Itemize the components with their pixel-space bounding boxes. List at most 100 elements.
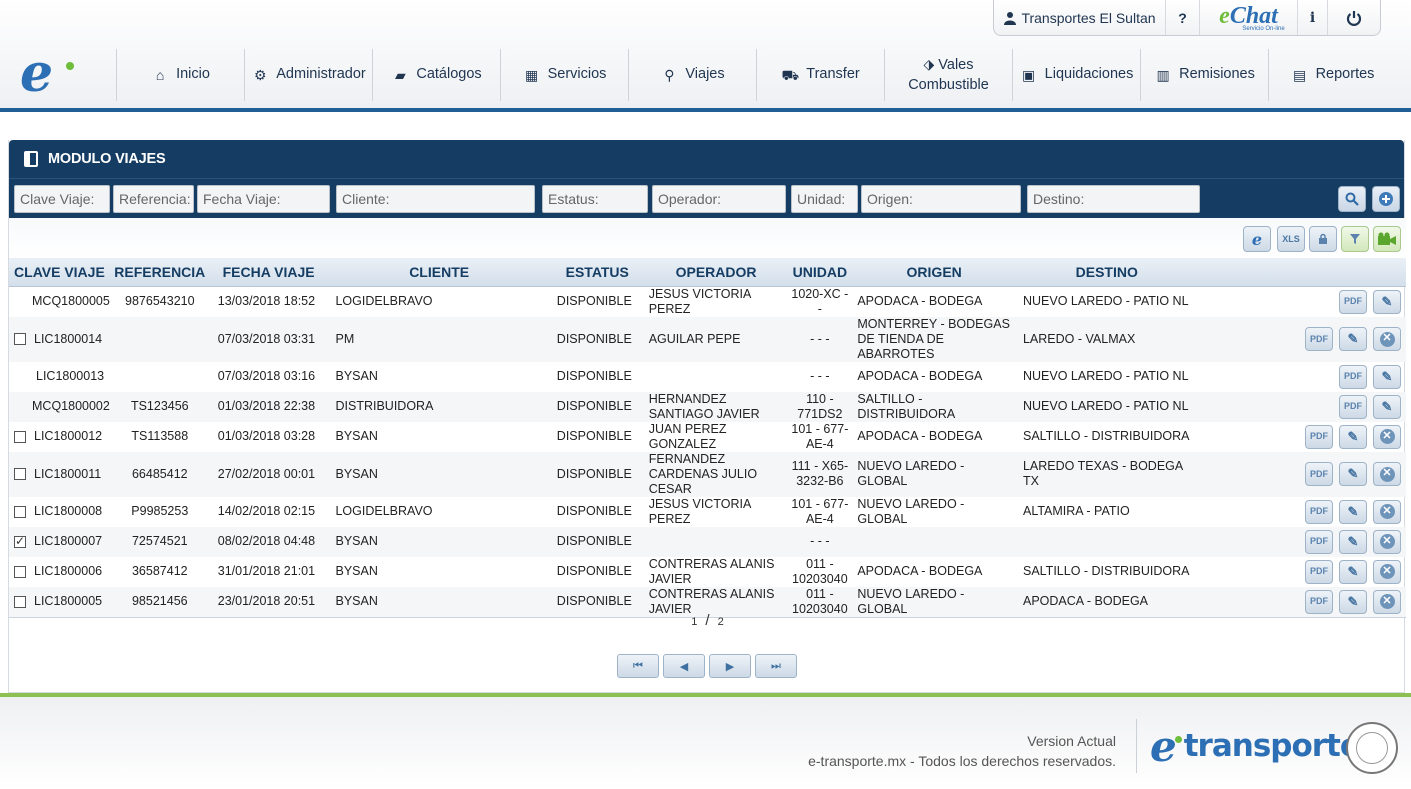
filter-button[interactable] (1341, 226, 1369, 252)
row-checkbox[interactable] (14, 534, 26, 548)
col-referencia[interactable]: REFERENCIA (109, 258, 210, 287)
current-page[interactable]: 1 (691, 616, 697, 628)
col-estatus[interactable]: ESTATUS (550, 258, 644, 287)
filter-fecha-viaje[interactable] (197, 185, 330, 213)
table-row[interactable]: LIC1800007 7257452108/02/2018 04:48BYSAND… (9, 526, 1406, 557)
pdf-button[interactable]: PDF (1339, 364, 1367, 389)
row-checkbox[interactable] (14, 565, 26, 578)
building-icon: ▥ (1156, 66, 1170, 83)
edit-icon: ✎ (1347, 563, 1359, 579)
edit-button[interactable]: ✎ (1339, 499, 1367, 524)
col-destino[interactable]: DESTINO (1016, 258, 1197, 287)
nav-liquidaciones[interactable]: ▣ Liquidaciones (1012, 49, 1140, 101)
pdf-button[interactable]: PDF (1339, 289, 1367, 314)
next-page-button[interactable]: ▶ (709, 654, 751, 678)
pdf-button[interactable]: PDF (1305, 327, 1333, 351)
nav-transfer[interactable]: ⛟ Transfer (756, 49, 884, 101)
table-row[interactable]: LIC1800012 TS113588 01/03/2018 03:28 BYSAN D… (9, 422, 1406, 452)
row-checkbox[interactable] (14, 430, 26, 443)
nav-remisiones[interactable]: ▥ Remisiones (1140, 49, 1268, 101)
edit-button[interactable]: ✎ (1373, 394, 1401, 419)
col-operador[interactable]: OPERADOR (643, 258, 789, 287)
table-row[interactable]: LIC1800008 P9985253 14/02/2018 02:15 LOGIDE… (9, 497, 1406, 527)
filter-clave-viaje[interactable] (14, 185, 110, 213)
edit-button[interactable]: ✎ (1339, 589, 1367, 614)
row-checkbox[interactable] (14, 468, 26, 481)
nav-servicios[interactable]: ▦ Servicios (500, 49, 628, 101)
export-xls-button[interactable]: XLS (1277, 226, 1305, 252)
cancel-button[interactable]: ✕ (1373, 589, 1401, 614)
edit-button[interactable]: ✎ (1339, 462, 1367, 486)
nav-catalogos[interactable]: ▰ Catálogos (372, 49, 500, 101)
edit-button[interactable]: ✎ (1373, 289, 1401, 314)
prev-page-button[interactable]: ◀ (663, 654, 705, 678)
cancel-button[interactable]: ✕ (1373, 327, 1401, 351)
col-cliente[interactable]: CLIENTE (327, 258, 551, 287)
table-row[interactable]: LIC1800011 66485412 27/02/2018 00:01 BYSAN D… (9, 451, 1406, 497)
nav-inicio[interactable]: ⌂ Inicio (116, 49, 244, 101)
edit-button[interactable]: ✎ (1373, 364, 1401, 389)
logout-button[interactable] (1328, 0, 1380, 35)
nav-reportes[interactable]: ▤ Reportes (1268, 49, 1396, 101)
edit-button[interactable]: ✎ (1339, 327, 1367, 351)
add-button[interactable] (1372, 186, 1400, 212)
cancel-button[interactable]: ✕ (1373, 462, 1401, 486)
pdf-button[interactable]: PDF (1305, 589, 1333, 614)
last-page-button[interactable]: ⏭ (755, 654, 797, 678)
filter-cliente[interactable] (336, 185, 535, 213)
total-pages[interactable]: 2 (718, 616, 724, 628)
col-fecha-viaje[interactable]: FECHA VIAJE (209, 258, 328, 287)
col-origen[interactable]: ORIGEN (851, 258, 1017, 287)
close-icon: ✕ (1379, 429, 1395, 444)
pdf-button[interactable]: PDF (1305, 499, 1333, 524)
cell-acciones: PDF ✎ ✕ (1196, 316, 1406, 362)
table-row[interactable]: MCQ1800002 TS123456 01/03/2018 22:38 DISTRI… (9, 391, 1406, 422)
filter-estatus[interactable] (542, 185, 648, 213)
filter-destino[interactable] (1027, 185, 1200, 213)
cell-cliente: BYSAN (335, 369, 378, 383)
filter-origen[interactable] (861, 185, 1021, 213)
cancel-button[interactable]: ✕ (1373, 529, 1401, 554)
filter-referencia[interactable] (113, 185, 194, 213)
lock-button[interactable] (1309, 226, 1337, 252)
table-row[interactable]: LIC1800006 36587412 31/01/2018 21:01 BYSAN D… (9, 557, 1406, 587)
nav-vales-combustible[interactable]: ⬗ Vales Combustible (884, 49, 1012, 101)
app-logo[interactable]: e (20, 48, 80, 102)
help-button[interactable]: ? (1166, 0, 1200, 35)
row-checkbox[interactable] (14, 505, 26, 518)
pdf-button[interactable]: PDF (1305, 424, 1333, 449)
row-checkbox[interactable] (14, 333, 26, 346)
pdf-button[interactable]: PDF (1339, 394, 1367, 419)
cancel-button[interactable]: ✕ (1373, 424, 1401, 449)
video-button[interactable] (1373, 226, 1401, 252)
cell-operador: JESUS VICTORIA PEREZ (648, 496, 751, 526)
search-button[interactable] (1338, 186, 1366, 212)
cancel-button[interactable]: ✕ (1373, 559, 1401, 584)
user-menu[interactable]: Transportes El Sultan (994, 0, 1166, 35)
table-row[interactable]: LIC1800013 07/03/2018 03:16 BYSAN DISPONIBL… (9, 362, 1406, 392)
table-row[interactable]: LIC1800014 07/03/2018 03:31 PM DISPONIBLE AG… (9, 316, 1406, 362)
echat-button[interactable]: eChat Servicio On-line (1200, 0, 1298, 35)
nav-administrador[interactable]: ⚙ Administrador (244, 49, 372, 101)
nav-viajes[interactable]: ⚲ Viajes (628, 49, 756, 101)
col-clave-viaje[interactable]: CLAVE VIAJE (9, 258, 110, 287)
filter-operador[interactable] (652, 185, 786, 213)
edit-button[interactable]: ✎ (1339, 559, 1367, 584)
row-checkbox[interactable] (14, 595, 26, 608)
etransporte-button[interactable]: e (1243, 226, 1271, 252)
cell-referencia: 66485412 (109, 451, 210, 497)
pdf-button[interactable]: PDF (1305, 529, 1333, 554)
table-row[interactable]: MCQ1800005 9876543210 13/03/2018 18:52 LOGI… (9, 286, 1406, 317)
filter-unidad[interactable] (791, 185, 858, 213)
cancel-button[interactable]: ✕ (1373, 499, 1401, 524)
pdf-button[interactable]: PDF (1305, 559, 1333, 584)
edit-button[interactable]: ✎ (1339, 424, 1367, 449)
cell-estatus: DISPONIBLE (550, 391, 644, 422)
edit-button[interactable]: ✎ (1339, 529, 1367, 554)
first-page-button[interactable]: ⏮ (617, 654, 659, 678)
pdf-button[interactable]: PDF (1305, 462, 1333, 486)
cell-acciones: PDF ✎ ✕ (1196, 526, 1406, 557)
col-unidad[interactable]: UNIDAD (788, 258, 852, 287)
clave-text: LIC1800005 (34, 594, 103, 608)
info-button[interactable]: i (1298, 0, 1328, 35)
